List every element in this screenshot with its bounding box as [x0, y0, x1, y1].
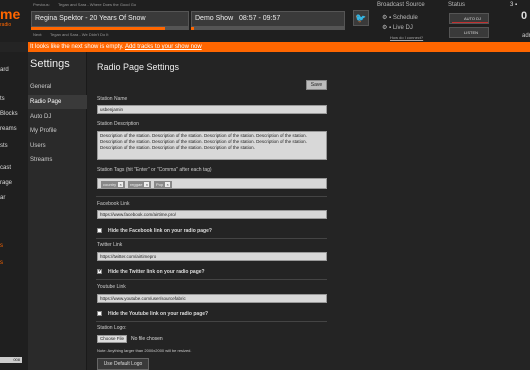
add-tracks-link[interactable]: Add tracks to your show now [125, 44, 202, 50]
logo-text: me [0, 6, 21, 22]
sidebar-bottom-value: 008 [0, 357, 22, 363]
facebook-label: Facebook Link [97, 201, 130, 207]
user-count[interactable]: 3 ▪ [510, 2, 517, 8]
broadcast-source-label: Broadcast Source [377, 2, 425, 8]
station-name-label: Station Name [97, 96, 128, 102]
sidebar-item[interactable] [0, 208, 28, 222]
station-description-label: Station Description [97, 121, 139, 127]
save-button[interactable]: Save [306, 80, 327, 90]
youtube-label: Youtube Link [97, 284, 126, 290]
now-playing-box: Regina Spektor - 20 Years Of Snow [31, 11, 189, 27]
show-progress [191, 27, 345, 30]
use-default-logo-button[interactable]: Use Default Logo [97, 358, 149, 370]
now-playing-progress [31, 27, 189, 30]
user-count-value: 3 [510, 2, 514, 8]
live-dj-label: Live DJ [392, 25, 413, 31]
station-tags-input[interactable]: country × reggae × Pop × [97, 178, 327, 189]
howto-link[interactable]: How do I connect? [390, 35, 423, 40]
divider [96, 196, 327, 197]
twitter-hide-label: Hide the Twitter link on your radio page… [108, 269, 205, 275]
sidebar-item[interactable]: ard [0, 64, 28, 78]
show-time: 08:57 - 09:57 [238, 15, 281, 22]
page-title: Radio Page Settings [97, 62, 180, 72]
facebook-hide-label: Hide the Facebook link on your radio pag… [108, 228, 212, 234]
sidebar-item[interactable]: sts [0, 140, 28, 154]
youtube-hide-row[interactable]: Hide the Youtube link on your radio page… [97, 311, 208, 317]
logo[interactable]: me radio [0, 0, 28, 42]
schedule-source[interactable]: ⚙ ▪ Schedule [382, 14, 418, 21]
next-label: Next: [33, 32, 43, 37]
notice-text: It looks like the next show is empty. [30, 44, 124, 50]
sidebar-item[interactable] [0, 225, 28, 239]
schedule-label: Schedule [392, 15, 418, 21]
choose-file-button[interactable]: Choose File [97, 335, 127, 343]
no-file-label: No file chosen [131, 336, 163, 342]
settings-nav-general[interactable]: General [30, 84, 51, 90]
station-name-input[interactable]: usbenjamin [97, 105, 327, 114]
sidebar-item[interactable]: reams [0, 123, 28, 137]
sidebar-item[interactable]: s [0, 240, 28, 254]
tag-remove-icon[interactable]: × [165, 182, 171, 187]
status-label: Status [448, 2, 466, 8]
sidebar-item[interactable]: rage [0, 177, 28, 191]
facebook-hide-checkbox[interactable] [97, 228, 102, 234]
tag-label: country [103, 182, 117, 187]
divider [96, 321, 327, 322]
next-track: Tegan and Sara - We Didn't Do It [50, 32, 109, 37]
tag-remove-icon[interactable]: × [118, 182, 124, 187]
settings-nav-my-profile[interactable]: My Profile [30, 128, 57, 134]
admin-link[interactable]: adr [522, 33, 530, 39]
settings-nav-auto-dj[interactable]: Auto DJ [30, 114, 51, 120]
station-tags-label: Station Tags (hit "Enter" or "Comma" aft… [97, 167, 212, 173]
listen-label: LISTEN [464, 30, 479, 35]
current-show-box: Demo Show 08:57 - 09:57 [191, 11, 345, 27]
divider [96, 279, 327, 280]
sidebar-item[interactable]: Blocks [0, 108, 28, 122]
tag: country × [101, 181, 126, 188]
youtube-hide-label: Hide the Youtube link on your radio page… [108, 311, 209, 317]
twitter-hide-row[interactable]: Hide the Twitter link on your radio page… [97, 268, 205, 275]
settings-nav-radio-page[interactable]: Radio Page [30, 99, 61, 105]
tag: Pop × [154, 181, 173, 188]
sidebar-item[interactable]: s [0, 257, 28, 271]
live-dj-source[interactable]: ⚙ ▪ Live DJ [382, 24, 413, 31]
tag-label: reggae [130, 182, 143, 187]
current-show-text: Demo Show 08:57 - 09:57 [195, 15, 280, 22]
twitter-label: Twitter Link [97, 242, 123, 248]
sidebar-item[interactable]: cast [0, 162, 28, 176]
previous-label: Previous: [33, 2, 50, 7]
twitter-input[interactable]: https://twitter.com/airtimepro [97, 252, 327, 261]
station-logo-label: Station Logo: [97, 325, 127, 331]
settings-nav-streams[interactable]: Streams [30, 157, 52, 163]
settings-title: Settings [30, 58, 70, 70]
facebook-input[interactable]: https://www.facebook.com/airtime.pro/ [97, 210, 327, 219]
auto-dj-button[interactable]: AUTO DJ [449, 13, 489, 24]
show-name: Demo Show [195, 15, 234, 22]
station-description-textarea[interactable]: Description of the station. Description … [97, 131, 327, 160]
tag-remove-icon[interactable]: × [144, 182, 150, 187]
youtube-hide-checkbox[interactable] [97, 311, 102, 317]
empty-show-notice: It looks like the next show is empty. Ad… [28, 42, 530, 52]
listen-button[interactable]: LISTEN [449, 27, 489, 38]
sidebar-item[interactable]: ts [0, 93, 28, 107]
twitter-hide-checkbox[interactable] [97, 268, 102, 275]
previous-track: Tegan and Sara - Where Does the Good Go [58, 2, 137, 7]
listener-count: 0 [521, 10, 528, 22]
settings-nav-users[interactable]: Users [30, 143, 46, 149]
tag: reggae × [128, 181, 152, 188]
twitter-icon[interactable]: 🐦 [353, 10, 369, 26]
auto-dj-label: AUTO DJ [464, 16, 482, 21]
logo-size-note: Note: Anything larger than 2000x2000 wil… [97, 348, 192, 353]
logo-subtitle: radio [0, 22, 12, 28]
divider [96, 238, 327, 239]
now-playing-text: Regina Spektor - 20 Years Of Snow [35, 15, 146, 22]
facebook-hide-row[interactable]: Hide the Facebook link on your radio pag… [97, 228, 212, 234]
sidebar-item[interactable]: ar [0, 192, 28, 206]
tag-label: Pop [156, 182, 164, 187]
sidebar-item[interactable] [0, 78, 28, 92]
youtube-input[interactable]: https://www.youtube.com/user/sourcefabri… [97, 294, 327, 303]
